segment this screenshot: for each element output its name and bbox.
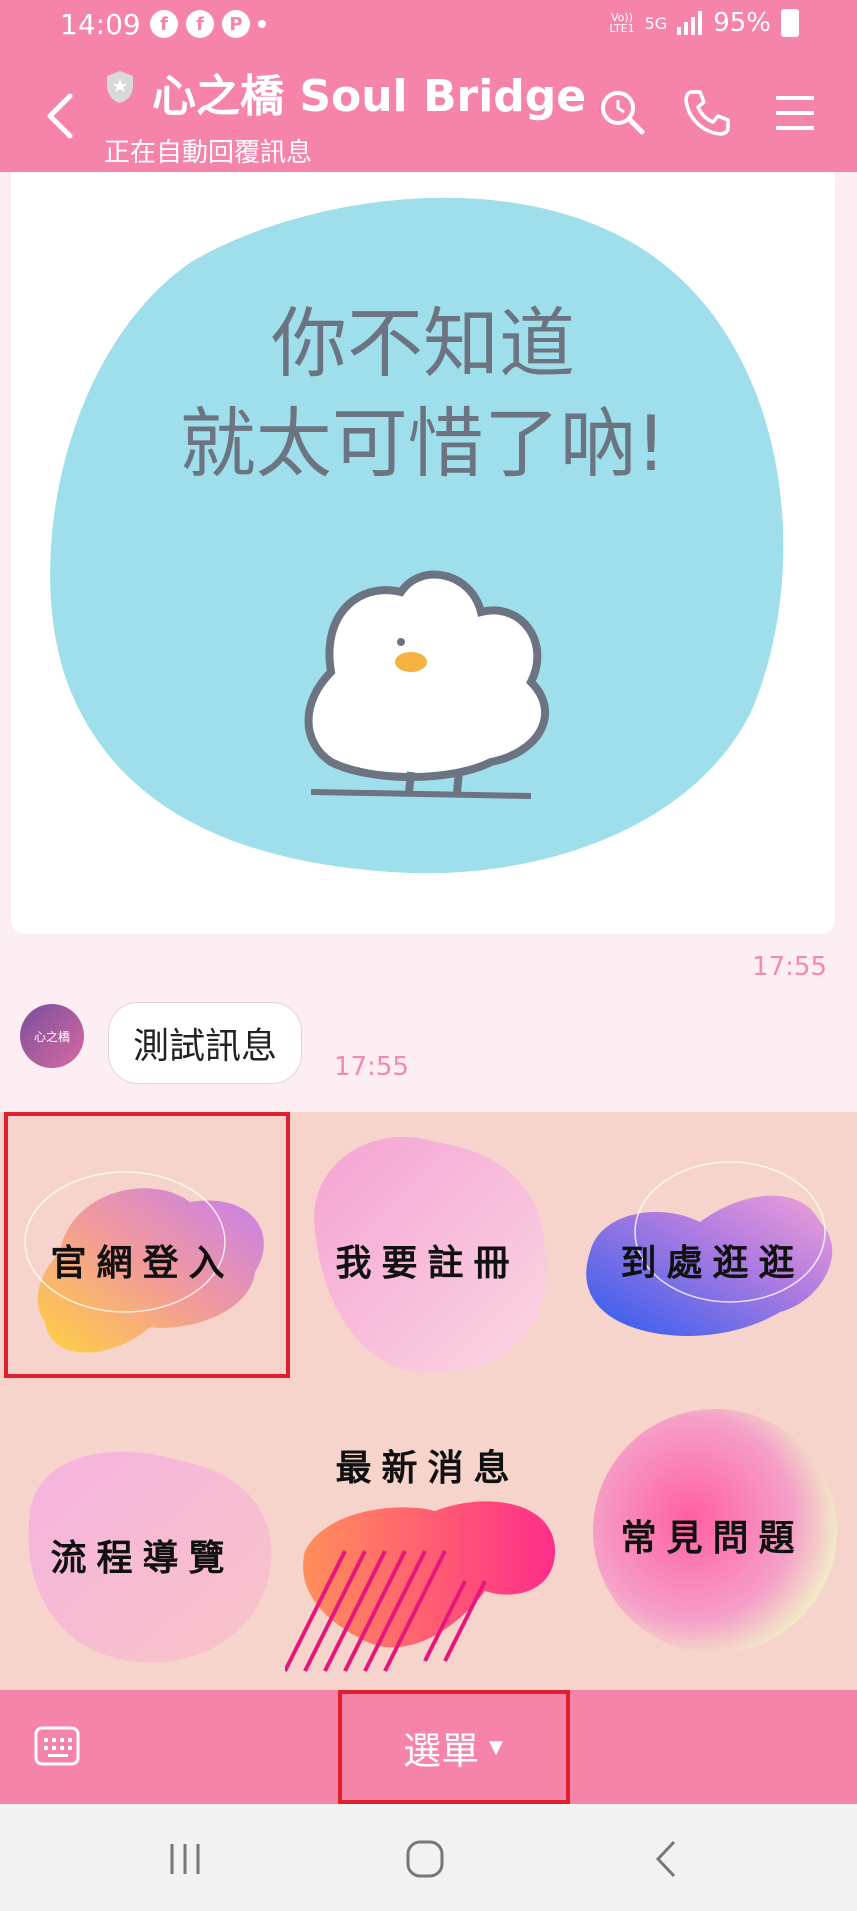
rich-menu-item-label: 最新消息 bbox=[335, 1447, 520, 1489]
facebook-icon: f bbox=[186, 10, 214, 38]
rich-menu-item-label: 常見問題 bbox=[620, 1517, 805, 1559]
rich-menu-item-label: 流程導覽 bbox=[50, 1537, 235, 1579]
sticker-text-line1: 你不知道 bbox=[271, 299, 575, 388]
status-time: 14:09 bbox=[60, 8, 141, 41]
rich-menu-item-label: 官網登入 bbox=[50, 1242, 235, 1284]
rich-menu-item-faq[interactable]: 常見問題 bbox=[570, 1401, 855, 1690]
rich-menu-item-guide[interactable]: 流程導覽 bbox=[0, 1401, 285, 1690]
back-icon[interactable] bbox=[40, 86, 80, 146]
menu-icon[interactable] bbox=[768, 86, 822, 140]
system-nav-bar bbox=[0, 1804, 857, 1911]
sticker-message[interactable]: 你不知道 就太可惜了吶! bbox=[11, 172, 835, 934]
status-bar: 14:09 f f P Vo)) LTE1 5G 95% bbox=[0, 0, 857, 50]
phone-icon[interactable] bbox=[680, 86, 734, 140]
message-timestamp: 17:55 bbox=[334, 1052, 409, 1082]
battery-percent: 95% bbox=[713, 8, 771, 38]
facebook-icon: f bbox=[150, 10, 178, 38]
recent-apps-icon[interactable] bbox=[160, 1834, 210, 1884]
chat-status: 正在自動回覆訊息 bbox=[104, 138, 313, 168]
rich-menu: 官網登入 我要註冊 到處逛逛 流程導覽 最新消息 常見問題 bbox=[0, 1112, 857, 1690]
signal-icon bbox=[677, 11, 703, 35]
rich-menu-item-register[interactable]: 我要註冊 bbox=[285, 1112, 570, 1401]
bottom-bar: 選單 ▼ bbox=[0, 1690, 857, 1804]
rich-menu-item-browse[interactable]: 到處逛逛 bbox=[570, 1112, 855, 1401]
home-icon[interactable] bbox=[400, 1834, 450, 1884]
rich-menu-item-label: 我要註冊 bbox=[335, 1242, 520, 1284]
rich-menu-item-label: 到處逛逛 bbox=[620, 1242, 805, 1284]
p-app-icon: P bbox=[222, 10, 250, 38]
back-nav-icon[interactable] bbox=[642, 1834, 692, 1884]
notification-icons: f f P bbox=[150, 10, 266, 38]
more-notifications-dot bbox=[258, 20, 266, 28]
battery-icon bbox=[781, 9, 799, 37]
volte-indicator: Vo)) LTE1 bbox=[609, 11, 635, 35]
search-icon[interactable] bbox=[596, 86, 650, 140]
chat-title: 心之橋 Soul Bridge bbox=[152, 71, 587, 122]
network-type: 5G bbox=[644, 13, 668, 33]
highlight-box bbox=[338, 1690, 570, 1804]
message-bubble[interactable]: 測試訊息 bbox=[108, 1002, 303, 1084]
sticker-text-line2: 就太可惜了吶! bbox=[179, 399, 667, 488]
rich-menu-item-news[interactable]: 最新消息 bbox=[285, 1401, 570, 1690]
verified-shield-icon bbox=[107, 71, 133, 103]
chat-header: 心之橋 Soul Bridge 正在自動回覆訊息 bbox=[0, 50, 857, 172]
chat-area: 你不知道 就太可惜了吶! 17:55 心之橋 測試訊息 17:55 bbox=[0, 172, 857, 1112]
keyboard-icon[interactable] bbox=[34, 1726, 80, 1766]
avatar[interactable]: 心之橋 bbox=[20, 1004, 84, 1068]
sticker-timestamp: 17:55 bbox=[752, 952, 827, 982]
status-right: Vo)) LTE1 5G 95% bbox=[609, 8, 799, 38]
